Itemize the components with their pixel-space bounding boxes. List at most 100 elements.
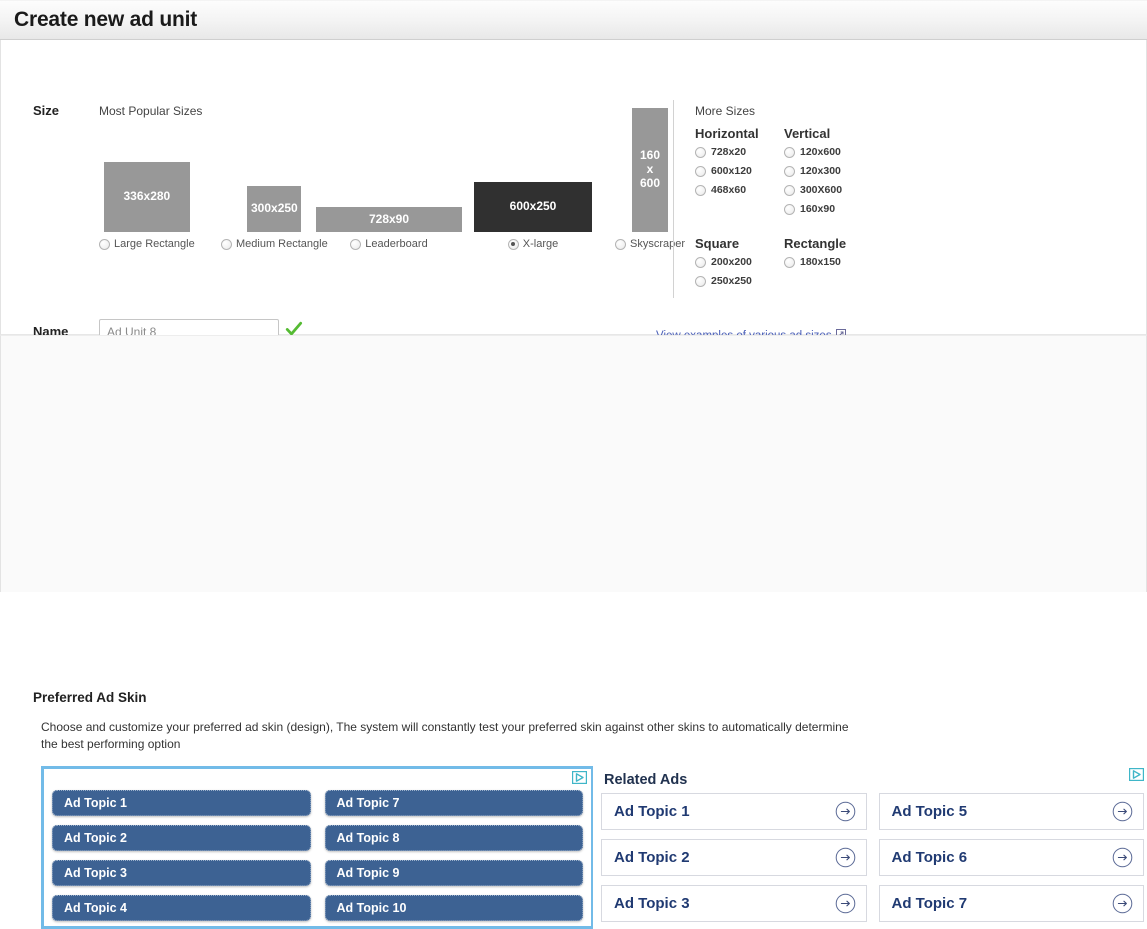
size-option-caption[interactable]: Large Rectangle <box>99 238 195 250</box>
size-preview-box[interactable]: 160 x 600 <box>632 108 669 232</box>
size-radio-large-rectangle[interactable] <box>99 238 110 250</box>
more-size-option-label: 200x200 <box>711 256 752 268</box>
related-ad-label: Ad Topic 5 <box>891 803 968 820</box>
more-sizes-grid: Horizontal 728x20 600x120 468x60 Vertical 120… <box>695 126 945 296</box>
more-size-option-120x300[interactable]: 120x300 <box>784 165 904 177</box>
ad-skin-topic-button[interactable]: Ad Topic 8 <box>324 825 583 851</box>
related-ad-label: Ad Topic 2 <box>614 849 690 866</box>
related-ads-heading: Related Ads <box>604 772 688 788</box>
more-size-option-label: 728x20 <box>711 146 747 158</box>
more-size-option-250x250[interactable]: 250x250 <box>695 275 784 287</box>
related-ad-item[interactable]: Ad Topic 6 <box>878 839 1144 876</box>
related-ad-label: Ad Topic 6 <box>891 849 968 866</box>
size-option-label: Leaderboard <box>365 238 428 250</box>
more-sizes-group-heading: Horizontal <box>695 126 759 141</box>
more-size-option-120x600[interactable]: 120x600 <box>784 146 904 158</box>
ad-skin-topic-button[interactable]: Ad Topic 10 <box>324 895 583 921</box>
ad-skin-topic-button[interactable]: Ad Topic 1 <box>52 790 311 816</box>
related-ad-item[interactable]: Ad Topic 1 <box>601 793 867 830</box>
more-size-option-label: 300X600 <box>800 184 843 196</box>
size-preview-box[interactable]: 336x280 <box>103 162 190 232</box>
more-size-option-label: 180x150 <box>800 256 841 268</box>
ad-skin-topic-grid: Ad Topic 1 Ad Topic 7 Ad Topic 2 Ad Topic 8… <box>52 790 583 926</box>
size-radio-skyscraper[interactable] <box>615 238 626 250</box>
more-size-radio-250x250[interactable] <box>695 275 706 287</box>
adchoices-icon[interactable] <box>571 770 588 785</box>
size-option-caption[interactable]: Medium Rectangle <box>221 238 328 250</box>
more-size-radio-600x120[interactable] <box>695 165 706 177</box>
more-size-option-160x90[interactable]: 160x90 <box>784 203 904 215</box>
more-size-option-300x600[interactable]: 300X600 <box>784 184 904 196</box>
ad-skin-topic-button[interactable]: Ad Topic 2 <box>52 825 311 851</box>
preferred-ad-skin-description: Choose and customize your preferred ad s… <box>41 720 849 752</box>
page-header: Create new ad unit <box>0 0 1147 40</box>
size-and-name-panel: Size Most Popular Sizes 336x280 Large Rec… <box>0 40 1147 345</box>
more-size-radio-120x300[interactable] <box>784 165 795 177</box>
more-size-radio-728x20[interactable] <box>695 146 706 158</box>
more-size-option-200x200[interactable]: 200x200 <box>695 256 784 268</box>
size-preview-box[interactable]: 600x250 <box>474 182 592 232</box>
more-sizes-label: More Sizes <box>695 104 756 118</box>
size-option-caption[interactable]: Leaderboard <box>350 238 428 250</box>
more-size-option-label: 160x90 <box>800 203 836 215</box>
size-row-label: Size <box>33 103 60 118</box>
size-radio-leaderboard[interactable] <box>350 238 362 250</box>
more-sizes-group-horizontal: Horizontal 728x20 600x120 468x60 <box>695 126 784 222</box>
more-sizes-group-vertical: Vertical 120x600 120x300 300X600 160x90 <box>784 126 904 222</box>
arrow-right-circle-icon[interactable] <box>1112 847 1133 868</box>
vertical-divider <box>673 100 674 298</box>
more-size-option-label: 468x60 <box>711 184 747 196</box>
adchoices-icon[interactable] <box>1128 767 1145 782</box>
arrow-right-circle-icon[interactable] <box>1112 801 1133 822</box>
more-size-option-180x150[interactable]: 180x150 <box>784 256 904 268</box>
size-radio-x-large[interactable] <box>507 238 519 250</box>
arrow-right-circle-icon[interactable] <box>835 847 856 868</box>
more-sizes-group-heading: Square <box>695 236 740 251</box>
more-size-option-label: 120x600 <box>800 146 841 158</box>
more-size-option-600x120[interactable]: 600x120 <box>695 165 784 177</box>
size-option-label: Medium Rectangle <box>236 238 328 250</box>
more-sizes-group-rectangle: Rectangle 180x150 <box>784 236 904 294</box>
arrow-right-circle-icon[interactable] <box>835 801 856 822</box>
size-preview-box[interactable]: 728x90 <box>316 207 462 232</box>
more-size-option-728x20[interactable]: 728x20 <box>695 146 784 158</box>
popular-size-options: 336x280 Large Rectangle 300x250 Medium Rect… <box>99 100 685 250</box>
more-size-option-label: 120x300 <box>800 165 841 177</box>
ad-skin-topic-button[interactable]: Ad Topic 7 <box>324 790 583 816</box>
preferred-ad-skin-title: Preferred Ad Skin <box>33 690 147 705</box>
size-option-medium-rectangle[interactable]: 300x250 Medium Rectangle <box>221 186 328 250</box>
size-option-large-rectangle[interactable]: 336x280 Large Rectangle <box>99 162 195 250</box>
related-ad-item[interactable]: Ad Topic 3 <box>601 885 867 922</box>
more-size-radio-468x60[interactable] <box>695 184 706 196</box>
more-size-radio-200x200[interactable] <box>695 256 706 268</box>
more-size-radio-160x90[interactable] <box>784 203 795 215</box>
size-option-caption[interactable]: Skyscraper <box>615 238 685 250</box>
ad-skin-topic-button[interactable]: Ad Topic 3 <box>52 860 311 886</box>
arrow-right-circle-icon[interactable] <box>1112 893 1133 914</box>
size-option-label: X-large <box>522 238 559 250</box>
size-option-label: Skyscraper <box>630 238 686 250</box>
more-size-option-468x60[interactable]: 468x60 <box>695 184 784 196</box>
size-option-leaderboard[interactable]: 728x90 Leaderboard <box>316 207 462 250</box>
related-ad-item[interactable]: Ad Topic 2 <box>601 839 867 876</box>
ad-skin-preview-left[interactable]: Ad Topic 1 Ad Topic 7 Ad Topic 2 Ad Topic 8… <box>41 766 593 929</box>
more-size-radio-300x600[interactable] <box>784 184 795 196</box>
size-option-label: Large Rectangle <box>114 238 195 250</box>
size-option-skyscraper[interactable]: 160 x 600 Skyscraper <box>615 108 685 250</box>
related-ad-item[interactable]: Ad Topic 7 <box>878 885 1144 922</box>
more-sizes-group: More Sizes Horizontal 728x20 600x120 468x60… <box>695 104 945 296</box>
related-ads-preview-right[interactable]: Related Ads Ad Topic 1 Ad Topic 5 Ad Topic… <box>599 766 1147 929</box>
more-sizes-group-heading: Rectangle <box>784 236 847 251</box>
more-sizes-group-square: Square 200x200 250x250 <box>695 236 784 294</box>
size-radio-medium-rectangle[interactable] <box>221 238 232 250</box>
more-size-radio-120x600[interactable] <box>784 146 795 158</box>
more-size-radio-180x150[interactable] <box>784 256 795 268</box>
more-size-option-label: 250x250 <box>711 275 752 287</box>
ad-skin-topic-button[interactable]: Ad Topic 4 <box>52 895 311 921</box>
related-ad-item[interactable]: Ad Topic 5 <box>878 793 1144 830</box>
ad-skin-topic-button[interactable]: Ad Topic 9 <box>324 860 583 886</box>
size-preview-box[interactable]: 300x250 <box>247 186 302 232</box>
arrow-right-circle-icon[interactable] <box>835 893 856 914</box>
size-option-caption[interactable]: X-large <box>507 238 559 250</box>
size-option-x-large[interactable]: 600x250 X-large <box>474 182 592 250</box>
